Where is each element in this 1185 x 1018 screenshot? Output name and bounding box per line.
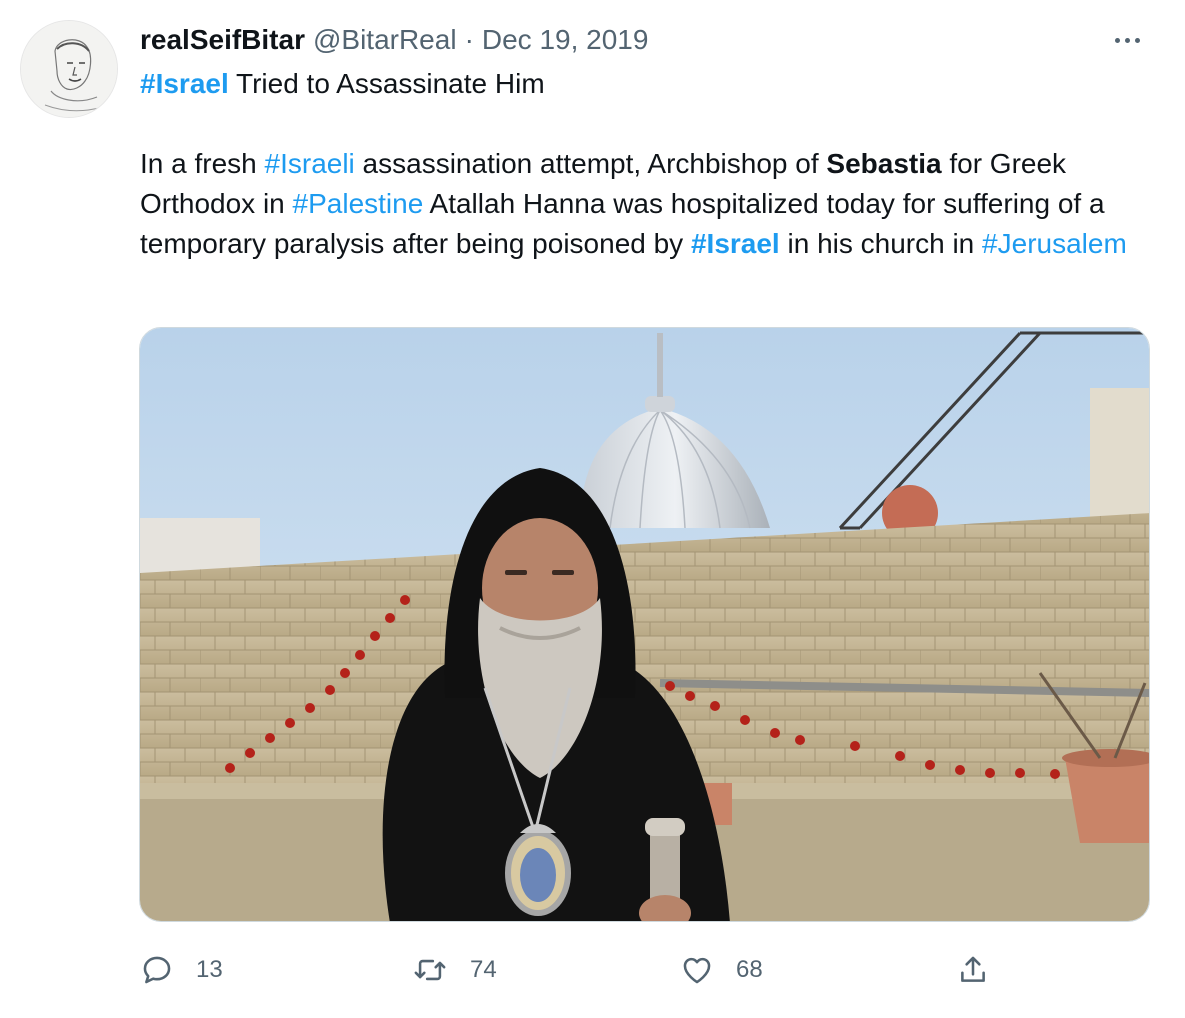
user-handle[interactable]: @BitarReal xyxy=(313,24,457,56)
display-name[interactable]: realSeifBitar xyxy=(140,24,305,56)
photo-illustration xyxy=(140,328,1149,921)
text-segment: assassination attempt, Archbishop of xyxy=(354,148,827,179)
hashtag-link[interactable]: #Jerusalem xyxy=(982,228,1127,259)
tweet-date[interactable]: Dec 19, 2019 xyxy=(482,24,649,56)
retweet-count: 74 xyxy=(470,956,497,983)
separator-dot: · xyxy=(464,24,474,55)
tweet-body: In a fresh #Israeli assassination attemp… xyxy=(140,144,1160,264)
like-button[interactable]: 68 xyxy=(680,948,763,992)
avatar-sketch xyxy=(21,21,117,117)
text-segment: In a fresh xyxy=(140,148,265,179)
bold-text: Sebastia xyxy=(826,148,942,179)
tweet-card[interactable]: realSeifBitar @BitarReal · Dec 19, 2019 … xyxy=(0,0,1185,1018)
hashtag-link[interactable]: #Israel xyxy=(691,228,780,259)
share-button[interactable] xyxy=(956,948,990,992)
hashtag-link[interactable]: #Israeli xyxy=(265,148,355,179)
more-icon[interactable] xyxy=(1107,22,1147,58)
hashtag-link[interactable]: #Israel xyxy=(140,68,229,99)
share-icon xyxy=(961,956,985,982)
tweet-photo[interactable] xyxy=(139,327,1150,922)
tweet-header: realSeifBitar @BitarReal · Dec 19, 2019 xyxy=(140,20,648,60)
tweet-title-line: #Israel Tried to Assassinate Him xyxy=(140,64,1160,104)
hashtag-link[interactable]: #Palestine xyxy=(293,188,424,219)
reply-button[interactable]: 13 xyxy=(140,948,223,992)
reply-count: 13 xyxy=(196,956,223,983)
action-bar: 13 74 68 xyxy=(140,948,1000,992)
like-icon xyxy=(683,957,711,984)
text-segment: Tried to Assassinate Him xyxy=(228,68,545,99)
text-segment: in his church in xyxy=(779,228,983,259)
tweet-text: #Israel Tried to Assassinate Him In a fr… xyxy=(140,64,1160,264)
retweet-button[interactable]: 74 xyxy=(412,948,497,992)
retweet-icon xyxy=(414,959,446,981)
reply-icon xyxy=(143,956,171,984)
like-count: 68 xyxy=(736,956,763,983)
avatar[interactable] xyxy=(20,20,118,118)
